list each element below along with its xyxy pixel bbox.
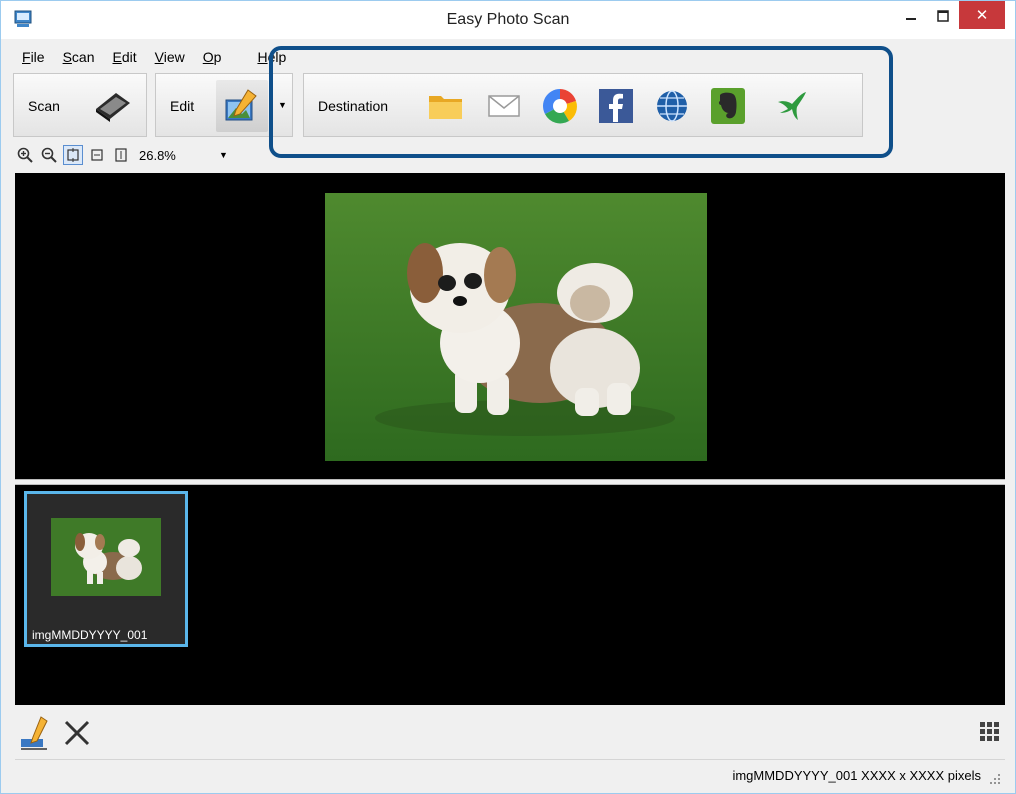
status-text: imgMMDDYYYY_001 XXXX x XXXX pixels — [732, 768, 981, 783]
fit-height-button[interactable] — [111, 145, 131, 165]
scan-label: Scan — [28, 98, 60, 114]
menu-bar: File Scan Edit View Op Help — [13, 46, 295, 68]
destination-highlight-box — [269, 46, 893, 158]
edit-button[interactable] — [216, 80, 268, 132]
scanned-photo[interactable] — [325, 193, 707, 461]
close-button[interactable]: ✕ — [959, 1, 1005, 29]
fit-height-icon — [115, 148, 127, 162]
edit-label: Edit — [170, 98, 195, 114]
zoom-controls: 26.8% ▼ — [15, 143, 228, 167]
thumbnail-label: imgMMDDYYYY_001 — [32, 628, 148, 642]
scan-group: Scan — [13, 73, 147, 137]
fit-width-button[interactable] — [87, 145, 107, 165]
zoom-in-icon — [17, 147, 33, 163]
close-icon: ✕ — [975, 7, 989, 24]
image-preview[interactable] — [15, 173, 1005, 479]
zoom-level[interactable]: 26.8% — [139, 148, 209, 163]
delete-x-icon — [64, 720, 90, 746]
fit-page-icon — [67, 148, 79, 162]
bottom-toolbar — [15, 707, 1005, 759]
zoom-out-button[interactable] — [39, 145, 59, 165]
menu-view[interactable]: View — [146, 46, 194, 68]
menu-file[interactable]: File — [13, 46, 54, 68]
app-window: Easy Photo Scan ✕ File Scan Edit View Op… — [0, 0, 1016, 794]
edit-pen-icon — [21, 716, 48, 750]
fit-width-icon — [91, 149, 103, 161]
status-bar: imgMMDDYYYY_001 XXXX x XXXX pixels — [15, 759, 1005, 789]
zoom-dropdown-arrow-icon[interactable]: ▼ — [219, 150, 228, 160]
menu-option[interactable]: Op — [194, 46, 231, 68]
zoom-in-button[interactable] — [15, 145, 35, 165]
edit-image-icon — [225, 89, 257, 121]
window-title: Easy Photo Scan — [446, 11, 570, 28]
grid-view-button[interactable] — [979, 721, 1001, 743]
resize-grip-icon[interactable] — [989, 773, 1001, 785]
fit-page-button[interactable] — [63, 145, 83, 165]
grid-icon — [980, 722, 999, 741]
scanner-icon — [96, 93, 130, 122]
edit-thumbnail-button[interactable] — [19, 715, 55, 751]
scan-button[interactable] — [86, 80, 138, 132]
zoom-out-icon — [41, 147, 57, 163]
thumbnail-item[interactable]: imgMMDDYYYY_001 — [24, 491, 188, 647]
title-bar: Easy Photo Scan ✕ — [1, 1, 1015, 39]
delete-button[interactable] — [61, 717, 93, 749]
menu-scan[interactable]: Scan — [54, 46, 104, 68]
maximize-button[interactable] — [923, 1, 963, 31]
thumbnail-image — [51, 518, 161, 596]
thumbnail-panel: imgMMDDYYYY_001 — [15, 485, 1005, 705]
menu-edit[interactable]: Edit — [104, 46, 146, 68]
